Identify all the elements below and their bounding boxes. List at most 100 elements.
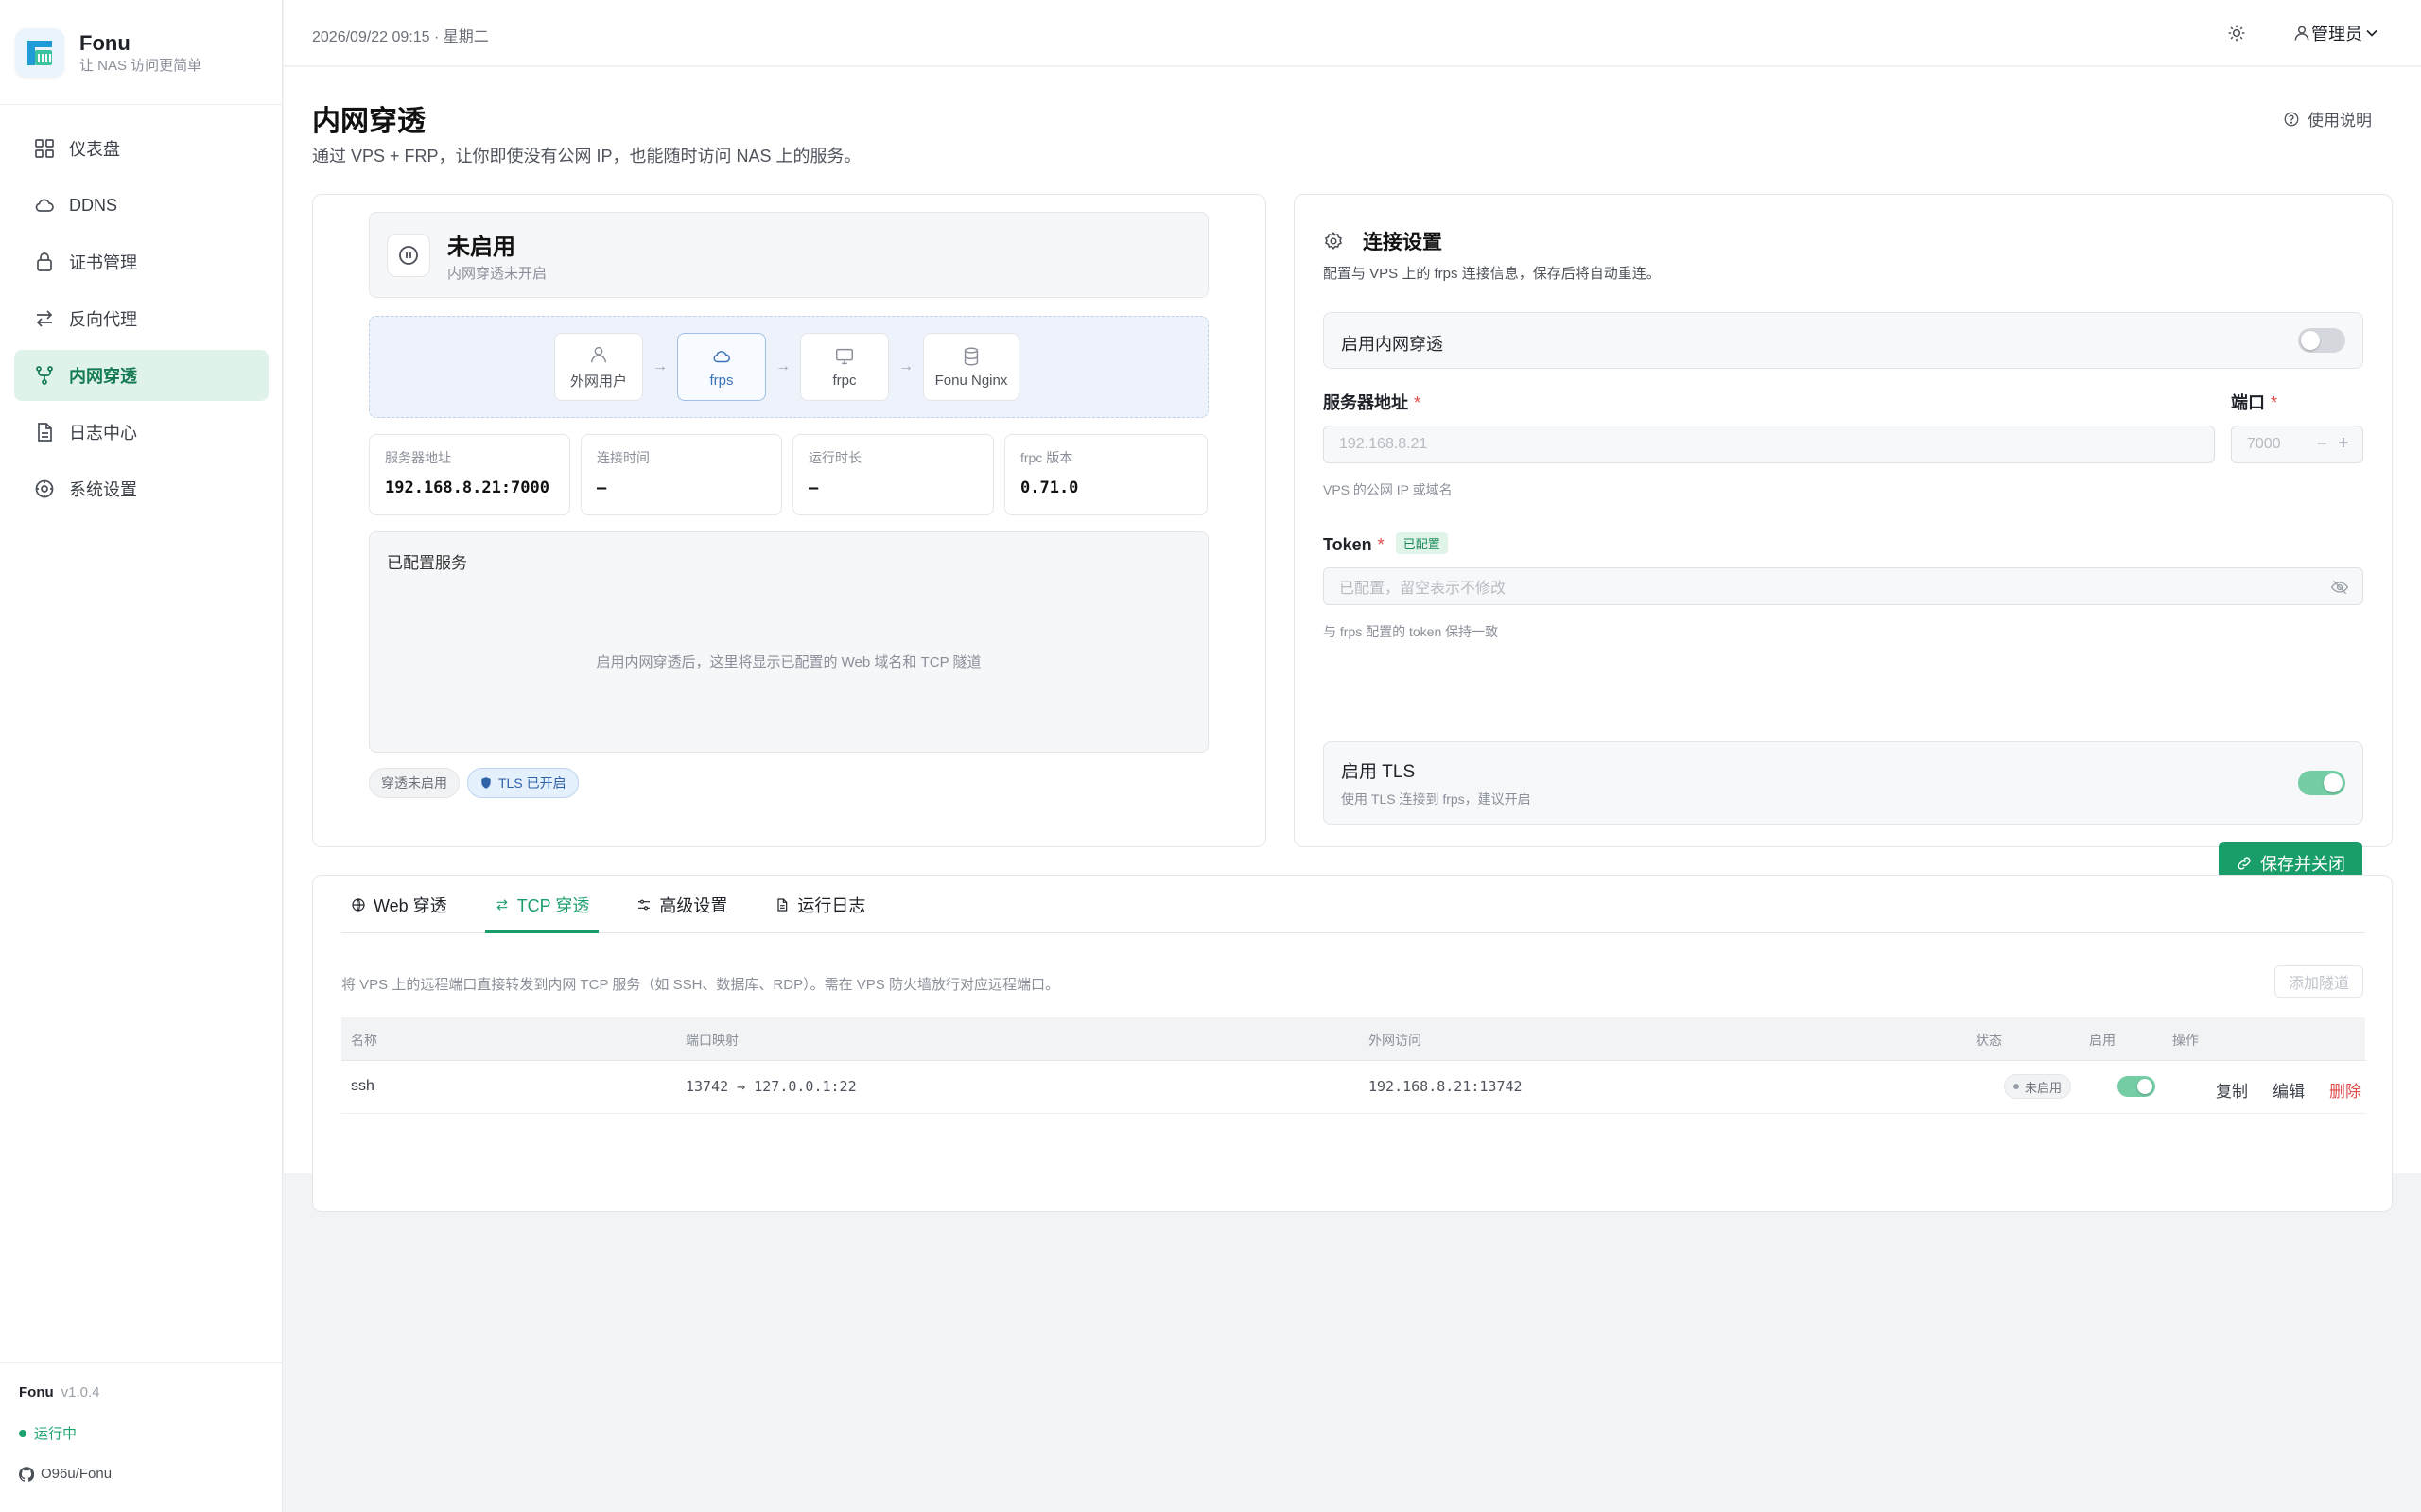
token-input[interactable]: 已配置，留空表示不修改 xyxy=(1323,567,2363,605)
tls-description: 使用 TLS 连接到 frps，建议开启 xyxy=(1341,791,1531,807)
tls-chip-label: TLS 已开启 xyxy=(498,775,566,791)
github-icon xyxy=(19,1466,34,1482)
tunnel-state-badge: 穿透未启用 xyxy=(369,768,460,798)
stat-value: 0.71.0 xyxy=(1020,478,1079,497)
sidebar-item-label: 系统设置 xyxy=(69,480,137,499)
copy-button[interactable]: 复制 xyxy=(2216,1078,2248,1102)
gear-icon xyxy=(1325,232,1342,251)
tab-logs[interactable]: 运行日志 xyxy=(765,876,875,933)
main-content: 内网穿透 通过 VPS + FRP，让你即使没有公网 IP，也能随时访问 NAS… xyxy=(284,67,2421,1212)
sidebar-item-certificates[interactable]: 证书管理 xyxy=(14,236,269,287)
sidebar-item-tunnel[interactable]: 内网穿透 xyxy=(14,350,269,401)
stats-row: 服务器地址 192.168.8.21:7000 连接时间 — 运行时长 — fr… xyxy=(369,434,1208,515)
increment-icon[interactable]: + xyxy=(2338,433,2349,455)
monitor-icon xyxy=(836,348,853,364)
server-address-input[interactable]: 192.168.8.21 xyxy=(1323,426,2215,463)
table-header: 名称 端口映射 外网访问 状态 启用 操作 xyxy=(341,1017,2365,1061)
port-label: 端口 * xyxy=(2231,390,2277,414)
decrement-icon[interactable]: − xyxy=(2317,434,2327,454)
repo-link[interactable]: O96u/Fonu xyxy=(19,1466,112,1482)
stat-label: 服务器地址 xyxy=(385,450,451,465)
footer-app-name: Fonu xyxy=(19,1384,54,1400)
eye-off-icon[interactable] xyxy=(2330,578,2349,597)
flow-node-label: frpc xyxy=(832,372,857,389)
sidebar-item-ddns[interactable]: DDNS xyxy=(14,180,269,231)
delete-button[interactable]: 删除 xyxy=(2329,1078,2361,1102)
help-label: 使用说明 xyxy=(2308,112,2372,130)
repo-label: O96u/Fonu xyxy=(41,1466,113,1482)
tab-tcp[interactable]: TCP 穿透 xyxy=(484,876,600,933)
port-stepper[interactable]: 7000 − + xyxy=(2231,426,2363,463)
sidebar-item-label: 内网穿透 xyxy=(69,367,137,386)
stat-value: — xyxy=(809,478,819,497)
column-header: 名称 xyxy=(351,1033,377,1048)
cloud-icon xyxy=(35,199,54,212)
status-label: 未启用 xyxy=(2025,1080,2063,1095)
tab-label: 高级设置 xyxy=(659,895,728,915)
app-name: Fonu xyxy=(79,31,131,55)
status-chips: 穿透未启用 TLS 已开启 xyxy=(369,768,586,798)
user-menu-button[interactable]: 管理员 xyxy=(2292,19,2381,47)
tab-web[interactable]: Web 穿透 xyxy=(341,876,457,933)
tls-toggle[interactable] xyxy=(2298,771,2345,795)
sun-icon xyxy=(2228,25,2245,42)
enable-tunnel-toggle[interactable] xyxy=(2298,328,2345,353)
user-name: 管理员 xyxy=(2311,25,2362,43)
token-label: Token * 已配置 xyxy=(1323,532,1448,555)
app-version: v1.0.4 xyxy=(61,1384,100,1400)
sidebar-item-settings[interactable]: 系统设置 xyxy=(14,463,269,514)
settings-title: 连接设置 xyxy=(1363,232,1442,253)
flow-node-nginx: Fonu Nginx xyxy=(923,333,1019,401)
settings-title-row: 连接设置 xyxy=(1323,227,1442,255)
globe-icon xyxy=(352,897,365,912)
question-circle-icon xyxy=(2284,112,2299,126)
stat-label: 连接时间 xyxy=(597,450,650,465)
token-hint: 与 frps 配置的 token 保持一致 xyxy=(1323,624,1499,639)
flow-node-label: Fonu Nginx xyxy=(934,372,1008,389)
tab-advanced[interactable]: 高级设置 xyxy=(627,876,737,933)
status-title: 未启用 xyxy=(447,235,515,260)
port-label-text: 端口 xyxy=(2231,393,2265,412)
sidebar: Fonu 让 NAS 访问更简单 仪表盘 DDNS 证书管理 反向代理 内网穿透… xyxy=(0,0,283,1512)
status-badge: 未启用 xyxy=(2004,1074,2072,1099)
tab-label: 运行日志 xyxy=(797,895,866,915)
stat-label: frpc 版本 xyxy=(1020,450,1073,465)
enable-tunnel-row: 启用内网穿透 xyxy=(1323,312,2363,369)
server-address-hint: VPS 的公网 IP 或域名 xyxy=(1323,482,1453,497)
services-empty-text: 启用内网穿透后，这里将显示已配置的 Web 域名和 TCP 隧道 xyxy=(596,654,982,670)
services-title: 已配置服务 xyxy=(387,554,467,572)
help-link[interactable]: 使用说明 xyxy=(2283,107,2372,130)
column-header: 操作 xyxy=(2172,1033,2199,1048)
page-description: 通过 VPS + FRP，让你即使没有公网 IP，也能随时访问 NAS 上的服务… xyxy=(312,147,862,165)
sliders-icon xyxy=(638,899,651,910)
running-status: 运行中 xyxy=(19,1423,112,1443)
database-icon xyxy=(964,347,979,365)
flow-node-label: frps xyxy=(709,372,734,389)
user-icon xyxy=(590,346,607,362)
document-icon xyxy=(777,897,788,912)
stat-label: 运行时长 xyxy=(809,450,862,465)
row-enable-toggle[interactable] xyxy=(2117,1076,2155,1097)
stat-value: 192.168.8.21:7000 xyxy=(385,478,549,497)
column-header: 状态 xyxy=(1976,1033,2002,1048)
swap-icon xyxy=(496,898,508,911)
user-icon xyxy=(2294,26,2309,41)
required-mark: * xyxy=(2271,393,2278,412)
sidebar-item-logs[interactable]: 日志中心 xyxy=(14,407,269,458)
sidebar-item-label: 证书管理 xyxy=(69,253,137,272)
sidebar-item-label: 日志中心 xyxy=(69,424,137,443)
theme-toggle-button[interactable] xyxy=(2224,21,2249,45)
stat-frpc-version: frpc 版本 0.71.0 xyxy=(1004,434,1208,515)
sidebar-item-dashboard[interactable]: 仪表盘 xyxy=(14,123,269,174)
flow-node-label: 外网用户 xyxy=(569,373,627,390)
edit-button[interactable]: 编辑 xyxy=(2273,1078,2305,1102)
dashboard-icon xyxy=(35,139,54,158)
app-tagline: 让 NAS 访问更简单 xyxy=(79,58,202,74)
running-label: 运行中 xyxy=(34,1426,78,1442)
branch-icon xyxy=(36,366,53,385)
sidebar-item-reverse-proxy[interactable]: 反向代理 xyxy=(14,293,269,344)
brand[interactable]: Fonu 让 NAS 访问更简单 xyxy=(15,26,270,79)
pause-icon xyxy=(387,234,430,277)
sidebar-item-label: 仪表盘 xyxy=(69,140,120,159)
add-tunnel-button[interactable]: 添加隧道 xyxy=(2274,965,2363,998)
